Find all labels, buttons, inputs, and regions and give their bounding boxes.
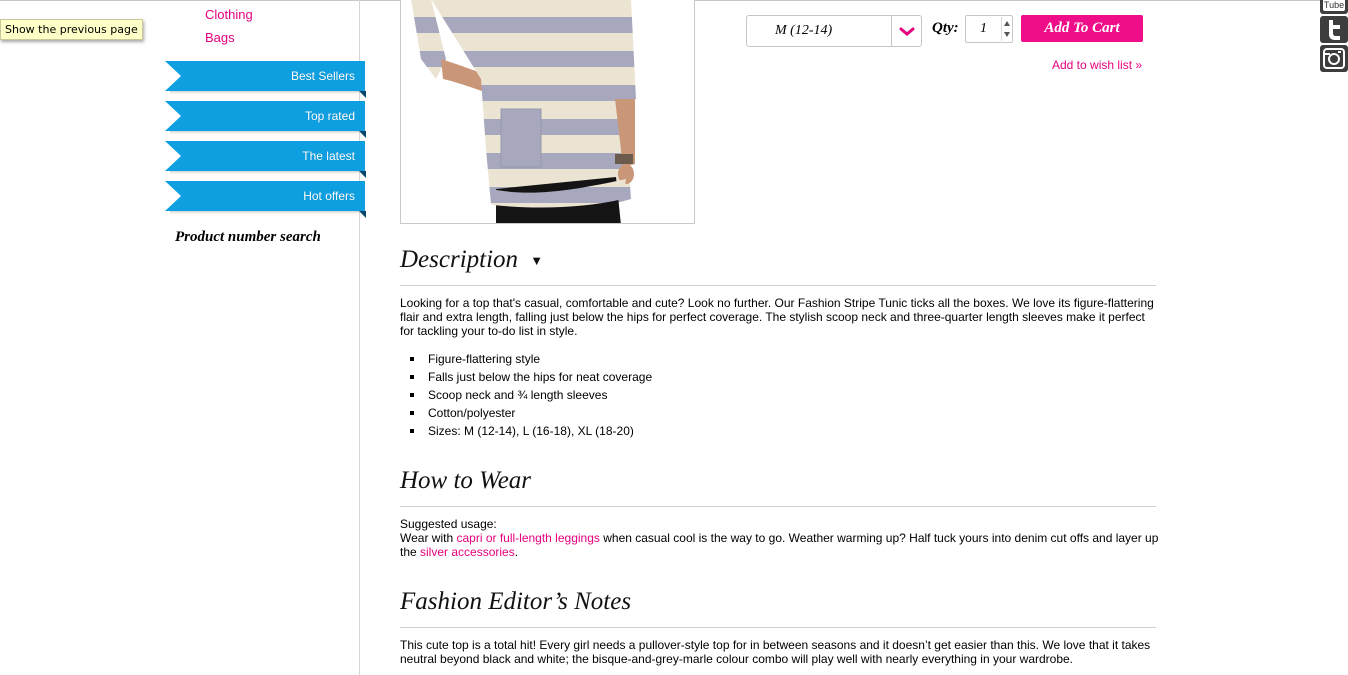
ribbon-label: Top rated	[304, 109, 355, 123]
list-item: Cotton/polyester	[410, 404, 652, 422]
description-text: Looking for a top that's casual, comfort…	[400, 296, 1154, 338]
size-select[interactable]: M (12-14)	[746, 15, 922, 47]
product-image[interactable]	[400, 0, 695, 224]
feature-list: Figure-flattering style Falls just below…	[410, 350, 652, 440]
list-item-text: Falls just below the hips for neat cover…	[428, 370, 653, 384]
editor-notes-heading: Fashion Editor’s Notes	[400, 588, 632, 615]
ribbon-the-latest[interactable]: The latest	[165, 141, 365, 171]
striped-tunic-illustration	[411, 0, 636, 223]
ribbon-shadow	[170, 131, 360, 134]
ribbon-shadow	[170, 91, 360, 94]
product-number-search-label: Product number search	[175, 229, 321, 245]
bullet-icon	[410, 429, 414, 433]
ribbon-label: Hot offers	[303, 189, 355, 203]
ribbon-label: Best Sellers	[290, 69, 355, 83]
leggings-link[interactable]: capri or full-length leggings	[456, 531, 599, 545]
how-to-wear-intro: Suggested usage:	[400, 517, 497, 531]
list-item-text: Figure-flattering style	[428, 352, 541, 366]
bullet-icon	[410, 411, 414, 415]
list-item-text: Scoop neck and ¾ length sleeves	[428, 388, 608, 402]
how-to-wear-prefix: Wear with	[400, 531, 457, 545]
quantity-stepper[interactable]: 1	[965, 15, 1013, 43]
bullet-icon	[410, 393, 414, 397]
youtube-icon[interactable]: Tube	[1320, 0, 1348, 14]
list-item: Scoop neck and ¾ length sleeves	[410, 386, 652, 404]
list-item: Figure-flattering style	[410, 350, 652, 368]
category-link-bags[interactable]: Bags	[205, 30, 235, 45]
twitter-icon[interactable]	[1320, 16, 1348, 43]
description-heading[interactable]: Description ▼	[400, 246, 543, 274]
ribbon-shadow	[170, 171, 360, 174]
list-item: Falls just below the hips for neat cover…	[410, 368, 652, 386]
ribbon-fold	[359, 91, 366, 98]
list-item: Sizes: M (12-14), L (16-18), XL (18-20)	[410, 422, 652, 440]
left-sidebar: Clothing Bags Best Sellers Top rated The…	[0, 0, 366, 675]
ribbon-fold	[359, 171, 366, 178]
instagram-icon[interactable]	[1320, 45, 1348, 72]
quantity-value: 1	[980, 21, 987, 36]
bullet-icon	[410, 375, 414, 379]
silver-accessories-link[interactable]: silver accessories	[420, 545, 515, 559]
ribbon-hot-offers[interactable]: Hot offers	[165, 181, 365, 211]
triangle-down-icon: ▼	[530, 253, 544, 269]
description-title: Description	[400, 246, 519, 273]
ribbon-label: The latest	[302, 149, 355, 163]
back-button-tooltip: Show the previous page	[0, 19, 143, 40]
ribbon-shadow	[170, 211, 360, 214]
add-to-cart-button[interactable]: Add To Cart	[1021, 15, 1143, 42]
ribbon-fold	[359, 211, 366, 218]
youtube-icon-label: Tube	[1323, 0, 1345, 11]
bullet-icon	[410, 357, 414, 361]
section-divider	[400, 285, 1156, 286]
how-to-wear-text: Suggested usage: Wear with capri or full…	[400, 517, 1160, 559]
qty-label: Qty:	[932, 20, 959, 36]
add-to-wishlist-link[interactable]: Add to wish list »	[1052, 58, 1142, 72]
how-to-wear-end: .	[514, 545, 519, 559]
section-divider	[400, 627, 1156, 628]
ribbon-top-rated[interactable]: Top rated	[165, 101, 365, 131]
list-item-text: Sizes: M (12-14), L (16-18), XL (18-20)	[428, 424, 634, 438]
ribbon-best-sellers[interactable]: Best Sellers	[165, 61, 365, 91]
size-select-value: M (12-14)	[775, 23, 833, 38]
list-item-text: Cotton/polyester	[428, 406, 516, 420]
how-to-wear-heading: How to Wear	[400, 467, 532, 494]
ribbon-fold	[359, 131, 366, 138]
section-divider	[400, 506, 1156, 507]
chevron-down-icon[interactable]	[891, 16, 921, 46]
category-link-clothing[interactable]: Clothing	[205, 7, 253, 22]
quantity-spin-buttons[interactable]	[1001, 17, 1011, 41]
editor-notes-text: This cute top is a total hit! Every girl…	[400, 638, 1151, 666]
